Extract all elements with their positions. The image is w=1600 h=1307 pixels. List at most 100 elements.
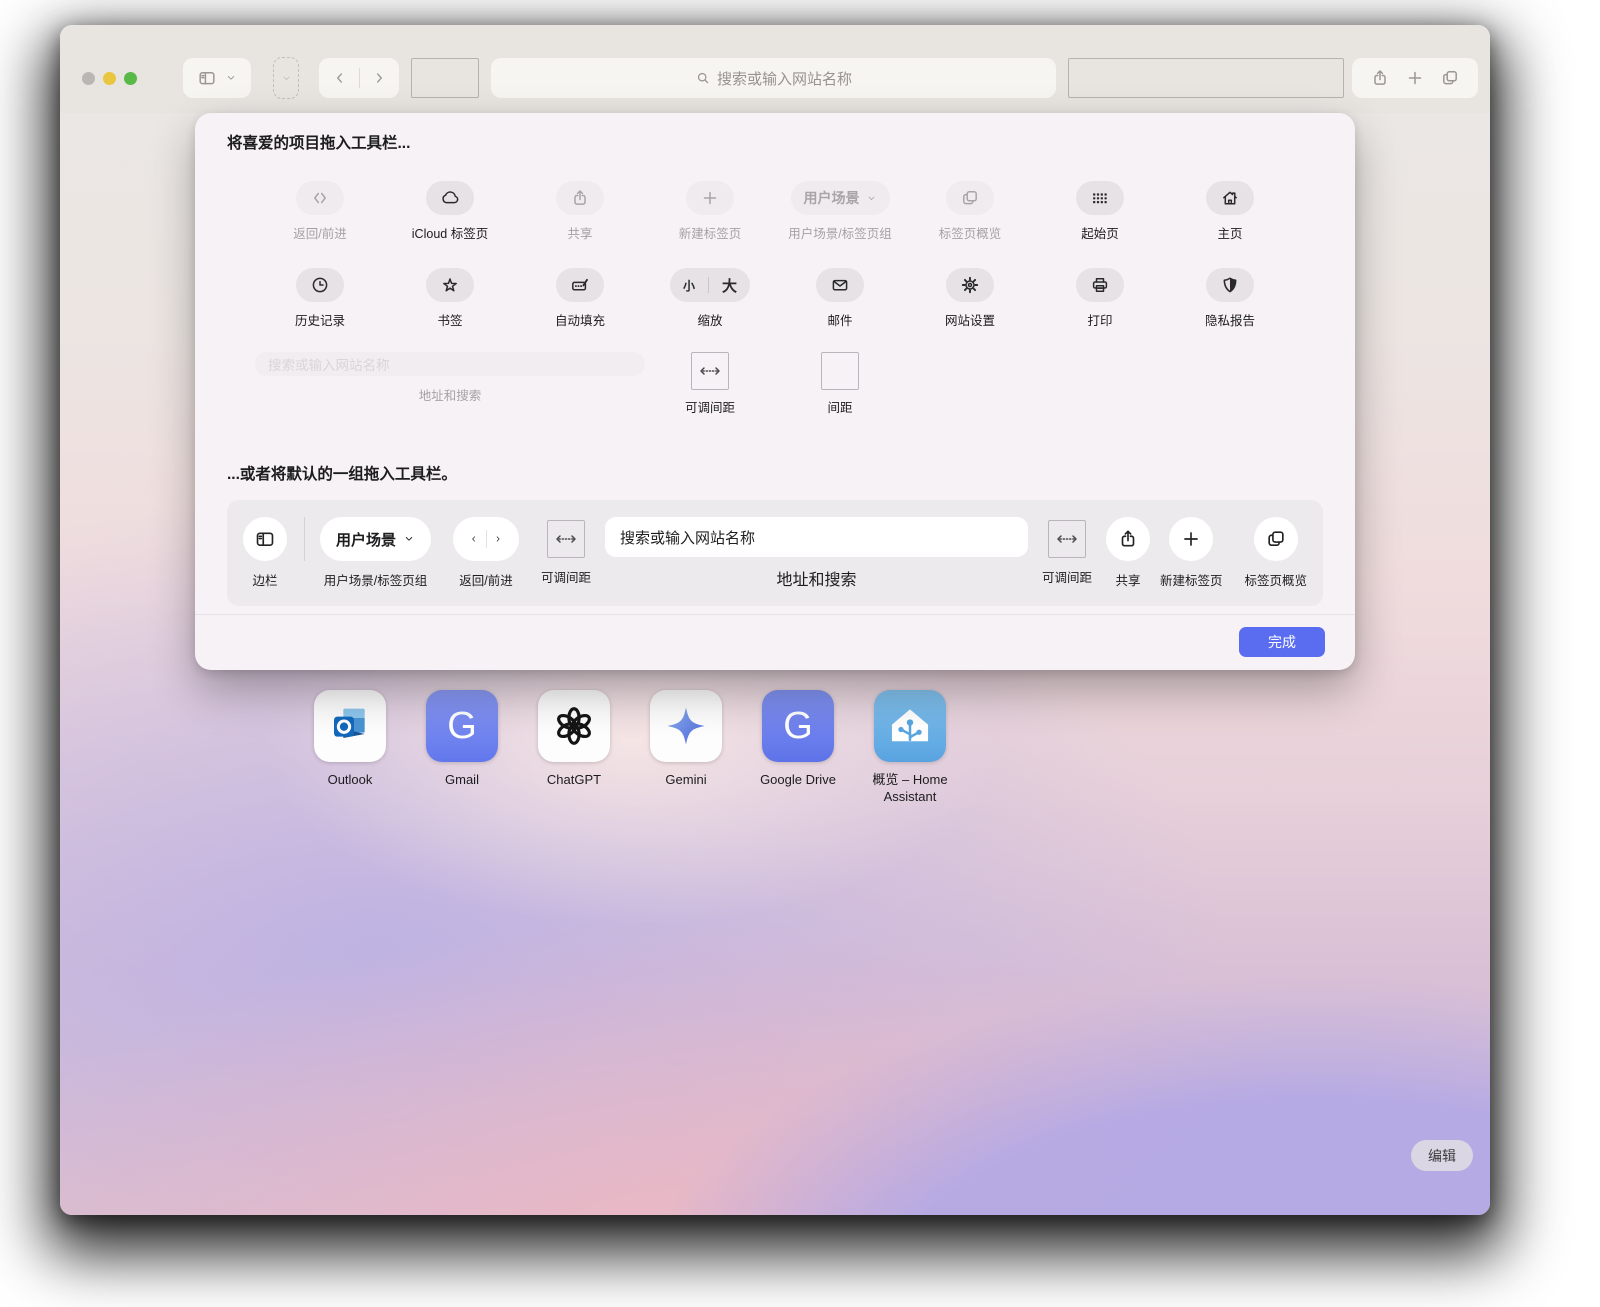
item-share[interactable]: 共享 [515, 181, 645, 251]
default-share[interactable]: 共享 [1106, 517, 1150, 589]
zoom-large-label: 大 [722, 275, 737, 296]
item-label: 可调间距 [541, 567, 591, 586]
new-tab-icon[interactable] [1405, 68, 1425, 88]
forward-icon [370, 69, 388, 87]
back-forward-buttons[interactable] [319, 58, 399, 98]
item-history[interactable]: 历史记录 [255, 268, 385, 338]
address-placeholder: 搜索或输入网站名称 [717, 68, 852, 89]
address-placeholder: 搜索或输入网站名称 [268, 354, 390, 374]
item-label: 起始页 [1081, 223, 1119, 242]
done-button[interactable]: 完成 [1239, 627, 1325, 657]
sheet-title: 将喜爱的项目拖入工具栏... [195, 113, 1355, 153]
address-placeholder: 搜索或输入网站名称 [620, 527, 755, 548]
zoom-small-label: 小 [683, 277, 695, 294]
privacy-shield-icon [1206, 268, 1254, 302]
divider [195, 614, 1355, 615]
item-website-settings[interactable]: 网站设置 [905, 268, 1035, 338]
default-new-tab[interactable]: 新建标签页 [1160, 517, 1223, 589]
tab-overview-icon [946, 181, 994, 215]
favorite-chatgpt[interactable]: ChatGPT [518, 690, 630, 806]
item-zoom[interactable]: 小 大 缩放 [645, 268, 775, 338]
flexible-space-icon [691, 352, 729, 390]
chatgpt-icon [538, 690, 610, 762]
item-label: 标签页概览 [939, 223, 1002, 242]
item-space[interactable]: 间距 [775, 352, 905, 416]
space-icon [821, 352, 859, 390]
new-tab-icon [1169, 517, 1213, 561]
item-label: 主页 [1217, 223, 1242, 242]
chevron-down-icon [225, 72, 237, 84]
search-icon [695, 70, 711, 86]
default-sidebar[interactable]: 边栏 [243, 517, 287, 589]
zoom-window-button[interactable] [124, 72, 137, 85]
favorite-label: Google Drive [760, 772, 836, 789]
home-assistant-icon [874, 690, 946, 762]
chevron-down-icon [866, 193, 877, 204]
toolbar-drop-target[interactable] [411, 58, 479, 98]
item-print[interactable]: 打印 [1035, 268, 1165, 338]
share-icon [1106, 517, 1150, 561]
item-label: 用户场景/标签页组 [788, 223, 891, 242]
item-label: 新建标签页 [1160, 570, 1223, 589]
item-label: 间距 [827, 397, 852, 416]
minimize-window-button[interactable] [103, 72, 116, 85]
item-label: 缩放 [697, 310, 722, 329]
toolbar-drop-slot[interactable] [273, 57, 299, 99]
item-start-page[interactable]: 起始页 [1035, 181, 1165, 251]
item-mail[interactable]: 邮件 [775, 268, 905, 338]
item-icloud-tabs[interactable]: iCloud 标签页 [385, 181, 515, 251]
start-page: Outlook G Gmail [60, 113, 1490, 1215]
item-label: 自动填充 [555, 310, 605, 329]
divider [304, 517, 305, 561]
item-autofill[interactable]: 自动填充 [515, 268, 645, 338]
edit-start-page-button[interactable]: 编辑 [1411, 1140, 1473, 1171]
item-label: 书签 [437, 310, 462, 329]
item-label: 历史记录 [295, 310, 345, 329]
sidebar-icon [197, 68, 217, 88]
browser-toolbar: 搜索或输入网站名称 [60, 25, 1490, 113]
printer-icon [1076, 268, 1124, 302]
toolbar-drop-target-2[interactable] [1068, 58, 1344, 98]
default-address-search[interactable]: 搜索或输入网站名称 地址和搜索 [605, 517, 1028, 590]
chevron-down-icon [403, 533, 415, 545]
divider [708, 277, 709, 293]
item-bookmarks[interactable]: 书签 [385, 268, 515, 338]
zoom-control: 小 大 [670, 268, 750, 302]
item-homepage[interactable]: 主页 [1165, 181, 1295, 251]
favorite-label: Outlook [328, 772, 373, 789]
item-address-search[interactable]: 搜索或输入网站名称 地址和搜索 [255, 352, 645, 416]
toolbar-right-group [1352, 58, 1478, 98]
tab-overview-icon[interactable] [1440, 68, 1460, 88]
item-label: 共享 [1115, 570, 1140, 589]
default-profiles[interactable]: 用户场景 用户场景/标签页组 [320, 517, 431, 589]
close-window-button[interactable] [82, 72, 95, 85]
sidebar-toggle-button[interactable] [183, 58, 251, 98]
share-icon[interactable] [1370, 68, 1390, 88]
favorite-gmail[interactable]: G Gmail [406, 690, 518, 806]
item-tab-overview[interactable]: 标签页概览 [905, 181, 1035, 251]
favorite-outlook[interactable]: Outlook [294, 690, 406, 806]
divider [359, 68, 360, 88]
item-profiles[interactable]: 用户场景 用户场景/标签页组 [775, 181, 905, 251]
default-flexible-space-2[interactable]: 可调间距 [1042, 517, 1092, 586]
item-flexible-space[interactable]: 可调间距 [645, 352, 775, 416]
address-bar[interactable]: 搜索或输入网站名称 [491, 58, 1056, 98]
item-back-forward[interactable]: 返回/前进 [255, 181, 385, 251]
item-privacy-report[interactable]: 隐私报告 [1165, 268, 1295, 338]
item-label: 地址和搜索 [419, 385, 482, 404]
item-label: 返回/前进 [459, 570, 512, 589]
favorite-google-drive[interactable]: G Google Drive [742, 690, 854, 806]
traffic-lights [82, 72, 137, 85]
new-tab-icon [686, 181, 734, 215]
item-label: 邮件 [827, 310, 852, 329]
gear-icon [946, 268, 994, 302]
default-flexible-space-1[interactable]: 可调间距 [541, 517, 591, 586]
default-tab-overview[interactable]: 标签页概览 [1244, 517, 1307, 589]
favorite-label: Gemini [665, 772, 706, 789]
favorite-home-assistant[interactable]: 概览 – Home Assistant [854, 690, 966, 806]
favorite-gemini[interactable]: Gemini [630, 690, 742, 806]
default-toolbar-set[interactable]: 边栏 用户场景 用户场景/标签页组 [227, 500, 1323, 606]
default-back-forward[interactable]: 返回/前进 [453, 517, 519, 589]
item-new-tab[interactable]: 新建标签页 [645, 181, 775, 251]
item-label: 地址和搜索 [776, 566, 856, 590]
